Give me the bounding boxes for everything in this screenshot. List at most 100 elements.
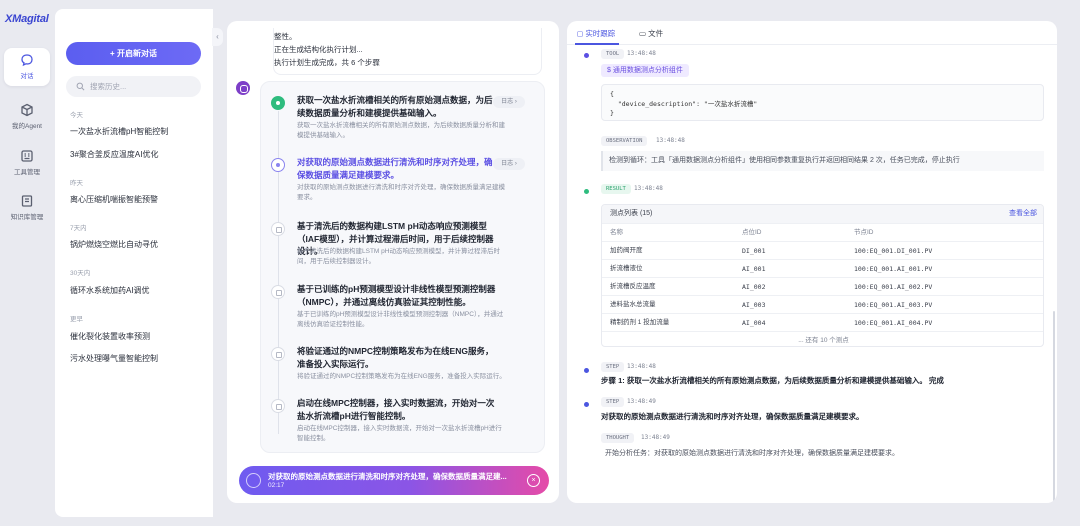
trace-badge: RESULT bbox=[601, 184, 631, 194]
history-group-title: 今天 bbox=[70, 112, 83, 119]
message-line: 整性。 bbox=[274, 32, 297, 41]
app-logo: XMagital bbox=[5, 13, 49, 25]
thought-text: 开始分析任务：对获取的原始测点数据进行清洗和时序对齐处理，确保数据质量满足建模要… bbox=[605, 450, 899, 457]
tab-label: 实时跟踪 bbox=[585, 29, 616, 38]
stop-task-button[interactable]: × bbox=[527, 474, 540, 487]
step-description: 对获取的原始测点数据进行清洗和时序对齐处理，确保数据质量满足建模要求。 bbox=[297, 184, 505, 201]
table-header: 测点列表 (15) 查看全部 bbox=[602, 205, 1043, 223]
tab-realtime[interactable]: ◻︎ 实时跟踪 bbox=[577, 28, 615, 39]
history-item[interactable]: 污水处理曝气量智能控制 bbox=[70, 353, 158, 364]
result-table: 测点列表 (15) 查看全部 名称 点位ID 节点ID 加药阀开度 DI_001… bbox=[601, 204, 1044, 347]
history-group-title: 昨天 bbox=[70, 180, 83, 187]
more-rows-note: ... 还有 10 个测点 bbox=[602, 331, 1043, 346]
rail-item-label: 对话 bbox=[20, 73, 34, 80]
step-log-button[interactable]: 日志 › bbox=[493, 96, 525, 108]
view-all-link[interactable]: 查看全部 bbox=[1009, 205, 1037, 223]
history-item[interactable]: 离心压缩机喘振智能预警 bbox=[70, 194, 158, 205]
trace-scrollbar[interactable] bbox=[1053, 311, 1055, 501]
history-item[interactable]: 锅炉燃烧空燃比自动寻优 bbox=[70, 239, 158, 250]
tab-label: 文件 bbox=[648, 29, 664, 38]
rail-item-label: 知识库管理 bbox=[10, 214, 44, 221]
step-log-button[interactable]: 日志 › bbox=[493, 158, 525, 170]
timeline-dot bbox=[584, 53, 589, 58]
chevron-left-icon: ‹ bbox=[216, 32, 219, 41]
close-icon: × bbox=[531, 477, 536, 484]
trace-tabs: ◻︎ 实时跟踪 ▭ 文件 bbox=[567, 21, 1057, 45]
table-cell: 加药阀开度 bbox=[610, 247, 643, 254]
history-item[interactable]: 循环水系统加药AI调优 bbox=[70, 285, 150, 296]
new-chat-button[interactable]: + 开启新对话 bbox=[66, 42, 201, 65]
trace-time: 13:48:48 bbox=[627, 50, 656, 57]
database-icon bbox=[21, 195, 33, 207]
step-title: 获取一次盐水折流槽相关的所有原始测点数据，为后续数据质量分析和建模提供基础输入。 bbox=[297, 95, 493, 118]
column-header: 点位ID bbox=[742, 229, 762, 236]
running-task-elapsed: 02:17 bbox=[268, 482, 285, 489]
history-group-title: 30天内 bbox=[70, 270, 91, 277]
rail-item-knowledge[interactable]: 知识库管理 bbox=[4, 189, 50, 227]
table-row: 折流槽反应温度 AI_002 100:EQ_001.AI_002.PV bbox=[602, 277, 1043, 295]
history-search-input[interactable]: 搜索历史... bbox=[66, 76, 201, 97]
chat-icon bbox=[21, 54, 33, 67]
timeline-dot bbox=[584, 368, 589, 373]
column-header: 名称 bbox=[610, 229, 623, 236]
step-pending-icon bbox=[271, 347, 285, 361]
step-running-icon bbox=[271, 158, 285, 172]
rail-item-tools[interactable]: 工具管理 bbox=[4, 144, 50, 182]
history-group-title: 更早 bbox=[70, 316, 83, 323]
history-item[interactable]: 催化裂化装置收率预测 bbox=[70, 331, 150, 342]
rail-item-label: 工具管理 bbox=[14, 169, 40, 176]
step-title: 将验证通过的NMPC控制策略发布为在线ENG服务，准备投入实际运行。 bbox=[297, 346, 494, 369]
trace-panel: ◻︎ 实时跟踪 ▭ 文件 TOOL 13:48:48 $ 通用数据测点分析组件 … bbox=[567, 21, 1057, 503]
message-card: 整性。 正在生成结构化执行计划... 执行计划生成完成，共 6 个步骤 bbox=[273, 28, 542, 75]
column-header: 节点ID bbox=[854, 229, 874, 236]
history-group-title: 7天内 bbox=[70, 225, 87, 232]
table-cell: 折流槽液位 bbox=[610, 265, 643, 272]
toolbox-icon bbox=[21, 150, 33, 162]
table-row: 折流槽液位 AI_001 100:EQ_001.AI_001.PV bbox=[602, 259, 1043, 277]
chat-panel: 整性。 正在生成结构化执行计划... 执行计划生成完成，共 6 个步骤 获取一次… bbox=[227, 21, 559, 503]
running-task-bar[interactable]: 对获取的原始测点数据进行清洗和时序对齐处理，确保数据质量满足建... 02:17… bbox=[239, 466, 549, 495]
assistant-avatar bbox=[236, 81, 250, 95]
table-row: 进料盐水总流量 AI_003 100:EQ_001.AI_003.PV bbox=[602, 295, 1043, 313]
code-line: } bbox=[610, 109, 614, 117]
step-pending-icon bbox=[271, 222, 285, 236]
step-done-icon bbox=[271, 96, 285, 110]
trace-badge: OBSERVATION bbox=[601, 136, 648, 146]
collapse-sidebar-button[interactable]: ‹ bbox=[212, 28, 223, 46]
code-line: "device_description": "一次盐水折流槽" bbox=[610, 99, 758, 108]
history-item[interactable]: 一次盐水折流槽pH智能控制 bbox=[70, 126, 168, 137]
table-cell: 进料盐水总流量 bbox=[610, 301, 656, 308]
trace-badge: TOOL bbox=[601, 49, 625, 59]
table-cell: 折流槽反应温度 bbox=[610, 283, 656, 290]
table-cell: 100:EQ_001.AI_004.PV bbox=[854, 319, 933, 327]
tab-files[interactable]: ▭ 文件 bbox=[639, 28, 663, 39]
tool-args-code: { "device_description": "一次盐水折流槽"} bbox=[601, 84, 1044, 121]
table-row: 精制药剂 1 投加流量 AI_004 100:EQ_001.AI_004.PV bbox=[602, 313, 1043, 331]
assistant-message: 整性。 正在生成结构化执行计划... 执行计划生成完成，共 6 个步骤 bbox=[272, 21, 542, 75]
step-description: 获取一次盐水折流槽相关的所有原始测点数据，为后续数据质量分析和建模提供基础输入。 bbox=[297, 122, 505, 139]
step-description: 将验证通过的NMPC控制策略发布为在线ENG服务，准备投入实际运行。 bbox=[297, 373, 506, 380]
step-title: 启动在线MPC控制器，接入实时数据流，开始对一次盐水折流槽pH进行智能控制。 bbox=[297, 398, 495, 421]
active-tab-indicator bbox=[575, 43, 619, 45]
running-task-text: 对获取的原始测点数据进行清洗和时序对齐处理，确保数据质量满足建... bbox=[268, 472, 507, 481]
table-cell: 100:EQ_001.AI_001.PV bbox=[854, 265, 933, 273]
trace-time: 13:48:48 bbox=[634, 185, 663, 192]
observation-text: 检测到循环：工具「通用数据测点分析组件」使用相同参数重复执行并返回相同结果 2 … bbox=[601, 151, 1044, 171]
trace-time: 13:48:48 bbox=[656, 137, 685, 144]
table-cell: AI_002 bbox=[742, 283, 766, 291]
tool-name-tag: $ 通用数据测点分析组件 bbox=[601, 64, 689, 77]
rail-item-chat[interactable]: 对话 bbox=[4, 48, 50, 86]
step-complete-text: 步骤 1: 获取一次盐水折流槽相关的所有原始测点数据，为后续数据质量分析和建模提… bbox=[601, 376, 944, 385]
table-cell: AI_001 bbox=[742, 265, 766, 273]
trace-badge: THOUGHT bbox=[601, 433, 635, 443]
rail-item-label: 我的Agent bbox=[12, 123, 42, 130]
table-cell: AI_004 bbox=[742, 319, 766, 327]
message-line: 正在生成结构化执行计划... bbox=[274, 45, 363, 54]
history-item[interactable]: 3#聚合釜反应温度AI优化 bbox=[70, 149, 158, 160]
table-column-headers: 名称 点位ID 节点ID bbox=[602, 223, 1043, 241]
step-pending-icon bbox=[271, 399, 285, 413]
folder-icon: ▭ bbox=[639, 29, 649, 38]
trace-time: 13:48:49 bbox=[641, 434, 670, 441]
code-line: { bbox=[610, 90, 614, 98]
rail-item-agent[interactable]: 我的Agent bbox=[4, 98, 50, 136]
